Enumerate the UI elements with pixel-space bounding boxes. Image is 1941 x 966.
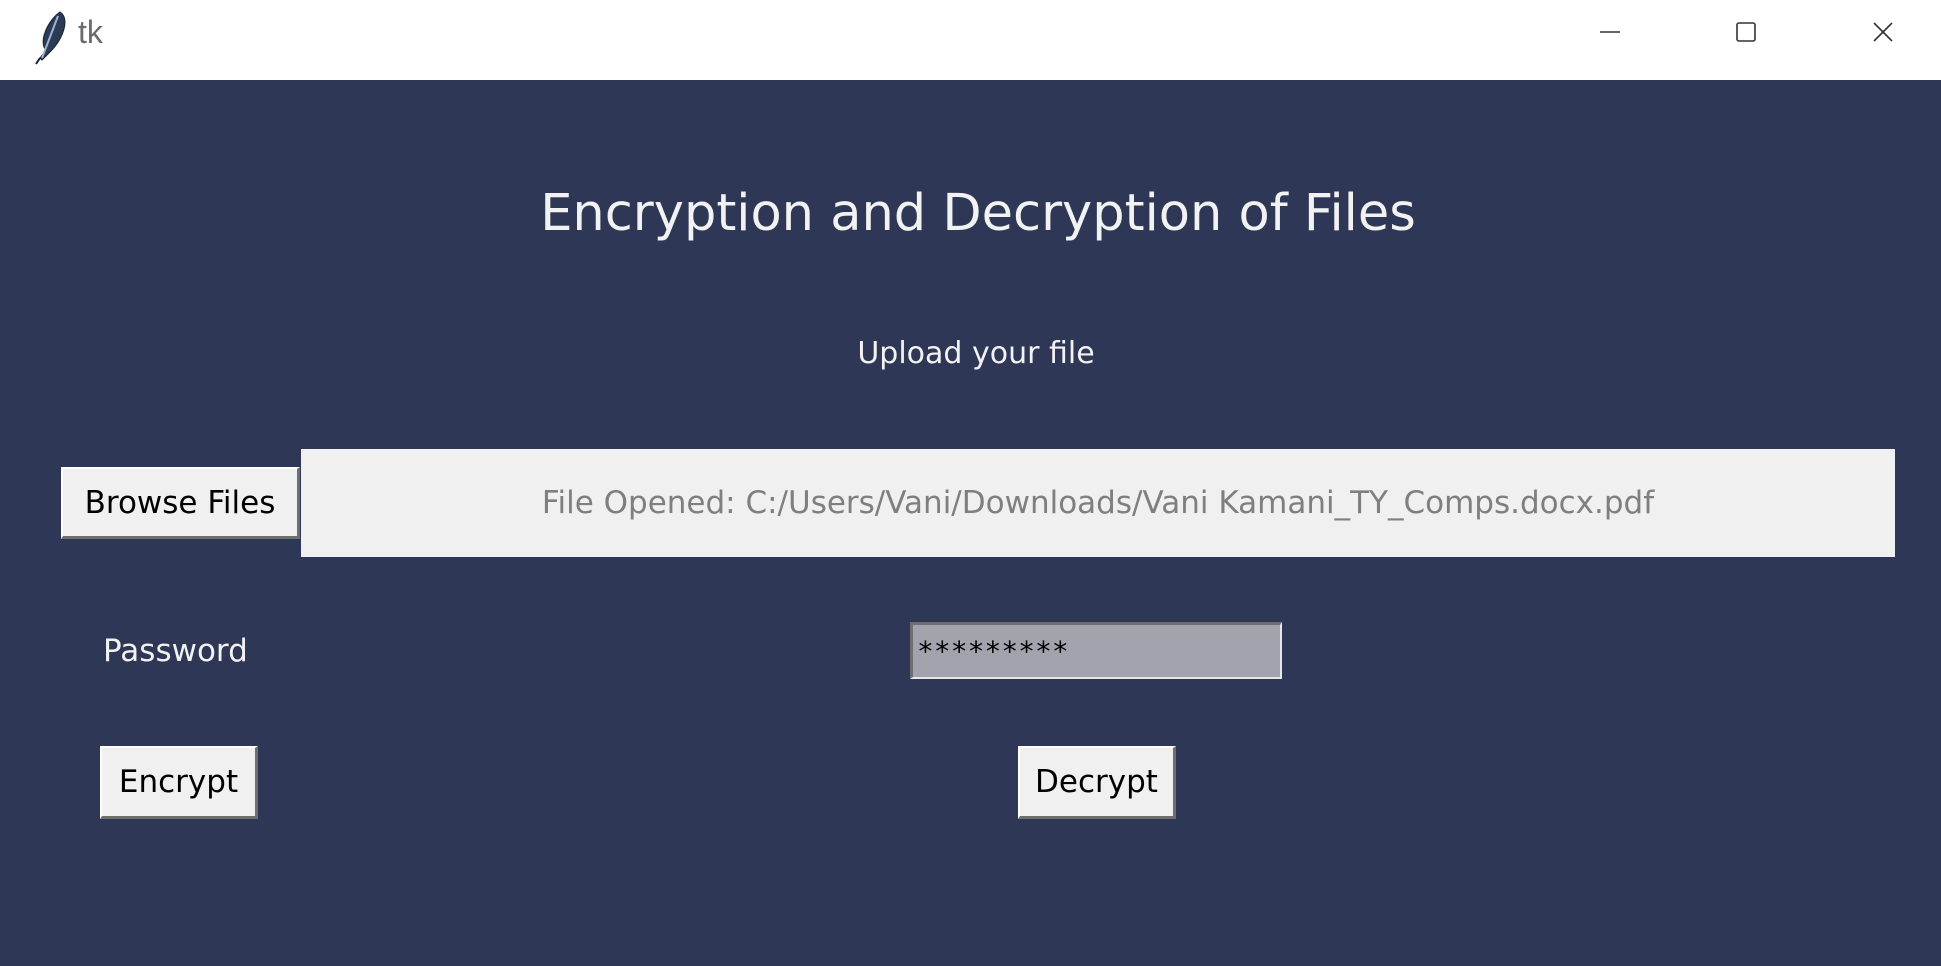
minimize-button[interactable]	[1550, 0, 1670, 64]
decrypt-button[interactable]: Decrypt	[1018, 746, 1176, 819]
browse-files-button[interactable]: Browse Files	[61, 467, 300, 539]
close-icon	[1873, 22, 1893, 42]
encrypt-button[interactable]: Encrypt	[100, 746, 258, 819]
close-button[interactable]	[1823, 0, 1941, 64]
app-window: tk Encryption and Decryption of Files Up…	[0, 0, 1941, 966]
tk-feather-icon	[35, 11, 66, 65]
password-input[interactable]	[910, 622, 1282, 679]
window-title: tk	[78, 14, 103, 50]
minimize-icon	[1600, 31, 1620, 33]
file-path-label: File Opened: C:/Users/Vani/Downloads/Van…	[301, 449, 1895, 557]
maximize-button[interactable]	[1686, 0, 1806, 64]
upload-instruction: Upload your file	[857, 336, 1095, 371]
title-bar[interactable]: tk	[0, 0, 1941, 80]
maximize-icon	[1736, 22, 1756, 42]
file-path-text: File Opened: C:/Users/Vani/Downloads/Van…	[541, 485, 1655, 521]
password-label: Password	[103, 633, 248, 669]
page-title: Encryption and Decryption of Files	[540, 184, 1416, 243]
